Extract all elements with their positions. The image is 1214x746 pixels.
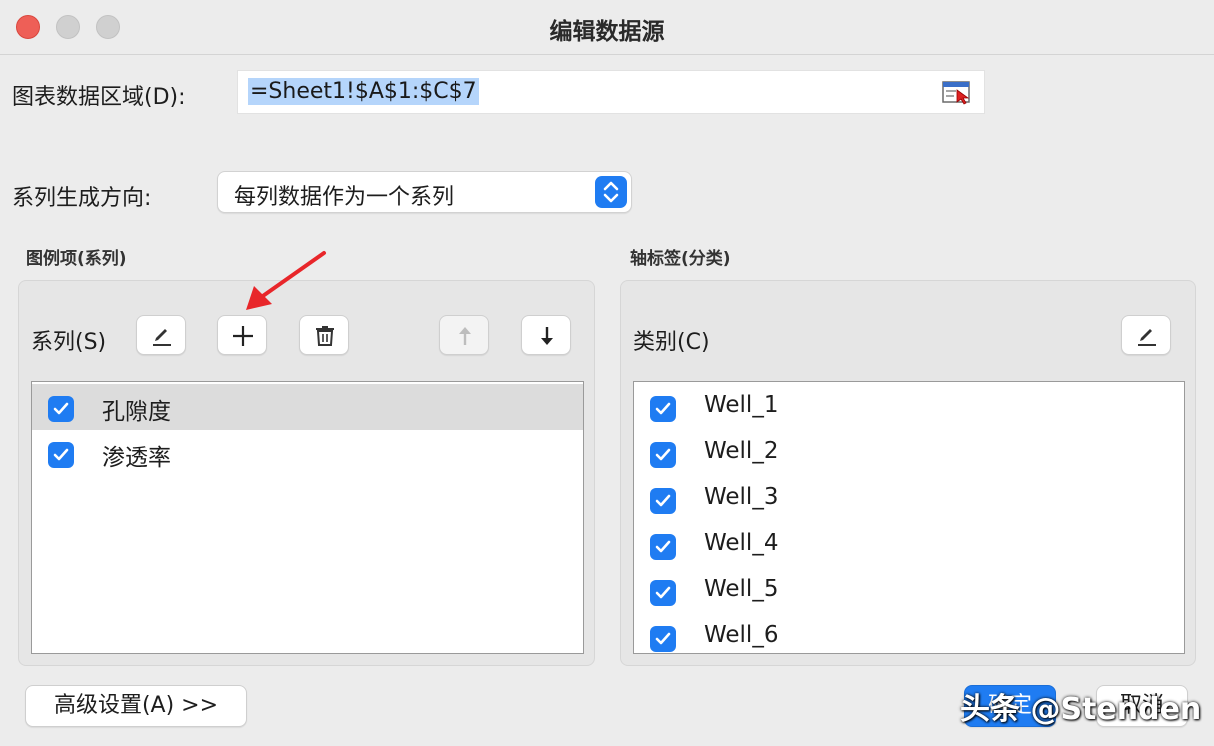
list-item[interactable]: Well_5 [634, 568, 1184, 614]
data-range-value[interactable]: =Sheet1!$A$1:$C$7 [248, 78, 479, 105]
category-checkbox[interactable] [650, 626, 676, 652]
window-title: 编辑数据源 [549, 19, 665, 45]
checkmark-icon [655, 494, 671, 507]
series-name: 孔隙度 [102, 399, 171, 425]
list-item[interactable]: Well_1 [634, 384, 1184, 430]
advanced-settings-button[interactable]: 高级设置(A) >> [25, 685, 247, 727]
series-list[interactable]: 孔隙度 渗透率 [31, 381, 584, 654]
list-item[interactable]: Well_4 [634, 522, 1184, 568]
data-range-field[interactable]: =Sheet1!$A$1:$C$7 [237, 70, 985, 114]
edit-series-button[interactable] [136, 315, 186, 355]
series-checkbox[interactable] [48, 442, 74, 468]
checkmark-icon [655, 402, 671, 415]
series-direction-label: 系列生成方向: [12, 186, 152, 211]
category-name: Well_4 [704, 530, 779, 556]
list-item[interactable]: Well_2 [634, 430, 1184, 476]
category-checkbox[interactable] [650, 488, 676, 514]
series-direction-select[interactable]: 每列数据作为一个系列 [217, 171, 632, 213]
checkmark-icon [655, 448, 671, 461]
pencil-icon [1138, 329, 1156, 346]
series-direction-value: 每列数据作为一个系列 [234, 185, 455, 210]
category-checkbox[interactable] [650, 580, 676, 606]
checkmark-icon [655, 540, 671, 553]
range-select-icon[interactable] [942, 81, 972, 105]
list-item[interactable]: Well_3 [634, 476, 1184, 522]
checkmark-icon [655, 586, 671, 599]
annotation-arrow-icon [246, 251, 326, 310]
axis-panel: 类别(C) Well_1 Well_2 Well_3 Well_4 Well_5 [620, 280, 1196, 666]
checkmark-icon [53, 448, 69, 461]
watermark-text: 头条 @Stenden [960, 692, 1202, 727]
legend-panel: 系列(S) 孔隙度 渗透率 [18, 280, 595, 666]
category-name: Well_5 [704, 576, 779, 602]
category-checkbox[interactable] [650, 396, 676, 422]
axis-section-title: 轴标签(分类) [630, 249, 731, 269]
category-list[interactable]: Well_1 Well_2 Well_3 Well_4 Well_5 Well_… [633, 381, 1185, 654]
move-down-button[interactable] [521, 315, 571, 355]
category-checkbox[interactable] [650, 534, 676, 560]
series-name: 渗透率 [102, 445, 171, 471]
plus-icon [233, 326, 253, 346]
add-series-button[interactable] [217, 315, 267, 355]
updown-chevron-icon[interactable] [595, 176, 627, 208]
move-up-button[interactable] [439, 315, 489, 355]
series-checkbox[interactable] [48, 396, 74, 422]
delete-series-button[interactable] [299, 315, 349, 355]
arrow-down-icon [541, 327, 553, 345]
list-item[interactable]: 渗透率 [32, 430, 583, 476]
pencil-icon [153, 329, 171, 346]
category-name: Well_6 [704, 622, 779, 648]
category-name: Well_2 [704, 438, 779, 464]
category-checkbox[interactable] [650, 442, 676, 468]
legend-section-title: 图例项(系列) [26, 249, 127, 269]
category-name: Well_3 [704, 484, 779, 510]
category-name: Well_1 [704, 392, 779, 418]
category-label: 类别(C) [633, 330, 710, 355]
arrow-up-icon [459, 327, 471, 345]
checkmark-icon [53, 402, 69, 415]
list-item[interactable]: Well_6 [634, 614, 1184, 653]
edit-category-button[interactable] [1121, 315, 1171, 355]
title-bar: 编辑数据源 [0, 0, 1214, 55]
list-item[interactable]: 孔隙度 [32, 384, 583, 430]
checkmark-icon [655, 632, 671, 645]
trash-icon [316, 326, 334, 346]
series-label: 系列(S) [31, 330, 107, 355]
data-range-label: 图表数据区域(D): [12, 85, 186, 110]
